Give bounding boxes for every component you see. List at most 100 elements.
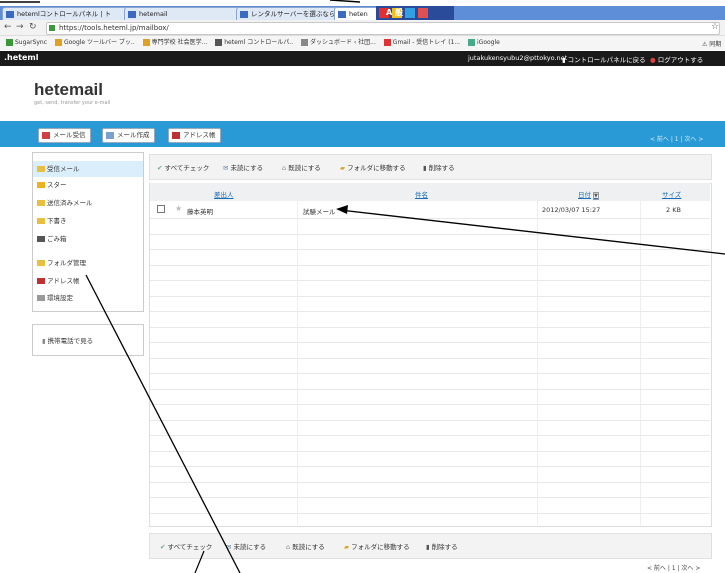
hetemail-logo[interactable]: hetemail <box>34 80 103 100</box>
heteml-favicon-icon <box>215 39 223 46</box>
browser-tab[interactable]: hetemail × <box>124 7 250 21</box>
column-size[interactable]: サイズ <box>662 189 681 199</box>
mail-from[interactable]: 藤本英明 <box>187 206 213 216</box>
mail-date: 2012/03/07 15:27 <box>542 206 601 214</box>
star-icon <box>142 39 150 46</box>
sidebar-item-starred[interactable]: スター <box>33 177 143 193</box>
column-from[interactable]: 差出人 <box>214 189 234 199</box>
pager-top[interactable]: < 前へ | 1 | 次へ > <box>650 134 703 143</box>
check-all-button[interactable]: ✔ すべてチェック <box>160 541 212 551</box>
mark-unread-button[interactable]: ✉ 未読にする <box>223 162 263 172</box>
sidebar-item-settings[interactable]: 環境設定 <box>33 290 143 306</box>
move-to-folder-button[interactable]: ▰ フォルダに移動する <box>344 541 410 551</box>
bookmark-item[interactable]: Gmail - 受信トレイ (1... <box>383 39 460 46</box>
sidebar-item-address-book[interactable]: アドレス帳 <box>33 273 143 289</box>
mail-favicon-icon <box>338 11 346 18</box>
bookmark-item[interactable]: ダッシュボード ‹ 社団... <box>300 39 376 46</box>
heteml-favicon-icon <box>6 11 14 18</box>
check-icon: ✔ <box>160 543 166 551</box>
bookmark-item[interactable]: 専門学校 社会医学... <box>142 39 207 46</box>
trash-icon: ▮ <box>423 164 427 172</box>
tagline: get, send, transfer your e-mail <box>34 100 111 106</box>
row-divider <box>150 296 710 297</box>
receive-mail-button[interactable]: メール受信 <box>38 128 91 143</box>
star-toggle-icon[interactable]: ★ <box>175 204 182 213</box>
row-divider <box>150 466 710 467</box>
gmail-icon <box>383 39 391 46</box>
row-divider <box>150 404 710 405</box>
mobile-view-link[interactable]: ▮ 携帯電話で見る <box>42 335 93 345</box>
column-date[interactable]: 日付 ▼ <box>578 189 599 200</box>
envelope-open-icon: ⌂ <box>282 164 287 172</box>
row-divider <box>150 249 710 250</box>
browser-tab[interactable]: レンタルサーバーを選ぶならヘテ <box>236 7 348 21</box>
row-divider <box>150 342 710 343</box>
row-divider <box>150 451 710 452</box>
bookmark-item[interactable]: SugarSync <box>6 39 47 46</box>
igoogle-icon <box>468 39 475 46</box>
row-divider <box>150 280 710 281</box>
folder-move-icon: ▰ <box>344 543 349 551</box>
bookmark-star-icon[interactable]: ☆ <box>711 22 719 32</box>
row-divider <box>150 373 710 374</box>
delete-button[interactable]: ▮ 削除する <box>423 162 455 172</box>
sugarsync-icon <box>6 39 13 46</box>
mark-read-button[interactable]: ⌂ 既読にする <box>282 162 321 172</box>
bookmark-item[interactable]: Google ツールバー ブッ.. <box>54 39 135 46</box>
bookmark-item[interactable]: heteml コントロールパ.. <box>215 39 293 46</box>
row-divider <box>150 482 710 483</box>
folder-icon <box>37 166 45 172</box>
folder-icon <box>37 200 45 206</box>
star-icon <box>37 182 45 188</box>
sidebar-item-drafts[interactable]: 下書き <box>33 213 143 229</box>
forward-arrow-icon[interactable]: → <box>16 22 24 32</box>
heteml-favicon-icon <box>240 11 248 18</box>
compose-mail-button[interactable]: メール作成 <box>102 128 155 143</box>
mark-unread-button[interactable]: ✉ 未読にする <box>226 541 266 551</box>
row-divider <box>150 234 710 235</box>
sidebar-item-sent[interactable]: 送信済みメール <box>33 195 143 211</box>
sidebar-item-folder-manage[interactable]: フォルダ管理 <box>33 255 143 271</box>
row-divider <box>150 497 710 498</box>
row-divider <box>150 435 710 436</box>
mark-read-button[interactable]: ⌂ 既読にする <box>286 541 325 551</box>
sidebar-item-trash[interactable]: ごみ箱 <box>33 231 143 247</box>
address-book-button[interactable]: アドレス帳 <box>168 128 221 143</box>
pager-bottom[interactable]: < 前へ | 1 | 次へ > <box>647 563 700 572</box>
folder-icon <box>37 218 45 224</box>
reload-icon[interactable]: ↻ <box>29 22 37 32</box>
back-to-control-panel-link[interactable]: ▮ コントロールパネルに戻る <box>562 54 646 64</box>
tray-app-icon[interactable] <box>418 8 428 18</box>
envelope-open-icon: ⌂ <box>286 543 291 551</box>
logout-link[interactable]: ● ログアウトする <box>650 54 703 64</box>
row-divider <box>150 265 710 266</box>
mail-size: 2 KB <box>666 206 681 214</box>
sync-status[interactable]: ⚠ 同期 <box>702 39 721 48</box>
sidebar-item-inbox[interactable]: 受信メール <box>33 161 143 177</box>
row-divider <box>150 420 710 421</box>
bookmarks-bar: SugarSync Google ツールバー ブッ.. 専門学校 社会医学...… <box>0 36 725 50</box>
folder-move-icon: ▰ <box>340 164 345 172</box>
tray-app-icon[interactable] <box>405 8 415 18</box>
receive-mail-icon <box>42 132 50 139</box>
sort-desc-icon[interactable]: ▼ <box>593 192 599 200</box>
mobile-phone-icon: ▮ <box>42 337 46 345</box>
back-arrow-icon[interactable]: ← <box>4 22 12 32</box>
wrench-icon <box>37 295 45 301</box>
row-divider <box>150 513 710 514</box>
bookmark-item[interactable]: iGoogle <box>468 39 500 46</box>
row-checkbox[interactable] <box>157 205 165 213</box>
check-all-button[interactable]: ✔ すべてチェック <box>157 162 209 172</box>
folder-edit-icon <box>37 260 45 266</box>
move-to-folder-button[interactable]: ▰ フォルダに移動する <box>340 162 406 172</box>
envelope-icon: ✉ <box>226 543 232 551</box>
browser-tab[interactable]: hetemlコントロールパネル | ト × <box>2 7 138 21</box>
logout-icon: ● <box>650 56 656 64</box>
address-bar[interactable]: https://tools.heteml.jp/mailbox/ <box>46 22 720 35</box>
delete-button[interactable]: ▮ 削除する <box>426 541 458 551</box>
mail-favicon-icon <box>128 11 136 18</box>
mail-list-header <box>150 183 710 201</box>
heteml-brand[interactable]: .heteml <box>4 53 39 62</box>
mail-subject[interactable]: 試験メール <box>303 206 336 216</box>
column-subject[interactable]: 件名 <box>415 189 428 199</box>
